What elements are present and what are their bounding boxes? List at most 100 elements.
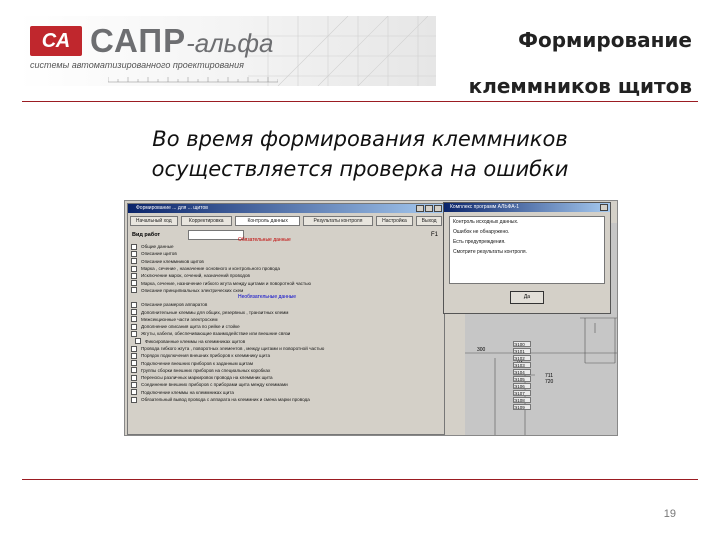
logo-banner: СА САПР-альфа системы автоматизированног…	[18, 16, 436, 86]
checklist-item[interactable]: Марка, сечение, назначение гибкого жгута…	[131, 279, 444, 287]
checkbox[interactable]	[135, 338, 141, 345]
drawing-label-group: 711 720	[545, 373, 554, 385]
optional-group-label: Необязательные данные	[238, 294, 297, 301]
checklist-item[interactable]: Обязательный вывод провода с аппарата на…	[131, 396, 444, 403]
terminal-cell: Э104	[513, 369, 531, 375]
tab-check-results[interactable]: Результаты контроля	[303, 216, 373, 226]
subtitle-line2: осуществляется проверка на ошибки	[151, 157, 569, 181]
checklist-item[interactable]: Общие данные	[131, 243, 444, 250]
checkbox[interactable]	[131, 280, 137, 287]
page-number: 19	[663, 508, 676, 520]
logo-tagline: системы автоматизированного проектирован…	[30, 60, 244, 70]
checkbox[interactable]	[131, 352, 137, 359]
logo-name: САПР-альфа	[90, 22, 274, 59]
terminal-cell: Э105	[513, 376, 531, 382]
tab-settings[interactable]: Настройка	[375, 216, 414, 226]
message-line: Есть предупреждения.	[453, 239, 506, 245]
maximize-icon[interactable]	[425, 205, 433, 212]
checklist-item[interactable]: Жгуты, кабели, обеспечивающие взаимодейс…	[131, 330, 444, 337]
minimize-icon[interactable]	[416, 205, 424, 212]
checkbox[interactable]	[131, 330, 137, 337]
tab-bar: Начальный ход Корректировка Контроль дан…	[128, 213, 444, 226]
job-type-label: Вид работ	[132, 232, 161, 238]
checklist-item[interactable]: Описание щитов	[131, 250, 444, 257]
message-box-title: Комплекс программ АЛЬФА-1	[450, 204, 520, 210]
checkbox[interactable]	[131, 389, 137, 396]
checklist-item[interactable]: Описание клеммников щитов	[131, 258, 444, 265]
checklist-item[interactable]: Подключение внешних приборов к заданным …	[131, 359, 444, 367]
terminal-cell: Э101	[513, 348, 531, 354]
checkbox[interactable]	[131, 316, 137, 323]
checklist-item[interactable]: Исключение марок, сечений, назначений пр…	[131, 272, 444, 279]
checklist-item[interactable]: Переносы различных маркировок провода на…	[131, 374, 444, 381]
required-checklist: Общие данные Описание щитов Описание кле…	[128, 243, 444, 294]
ok-button[interactable]: Да	[510, 291, 544, 304]
checkbox[interactable]	[131, 243, 137, 250]
tab-exit[interactable]: Выход	[416, 216, 442, 226]
checkbox[interactable]	[131, 265, 137, 272]
logo-mark: СА	[30, 26, 82, 56]
required-group-label: Обязательные данные	[238, 237, 291, 243]
terminal-cell: Э109	[513, 404, 531, 410]
logo-ruler	[108, 77, 278, 83]
checklist-item[interactable]: Марка , сечение , назначение основного и…	[131, 265, 444, 272]
message-line: Ошибок не обнаружено.	[453, 229, 510, 235]
optional-checklist: Описание размеров аппаратов Дополнительн…	[128, 301, 444, 403]
checklist-item[interactable]: Дополнительные клеммы для общих, резервн…	[131, 308, 444, 316]
checkbox[interactable]	[131, 309, 137, 316]
checkbox[interactable]	[131, 301, 137, 308]
slide-title-line2: клеммников щитов	[468, 74, 692, 98]
checkbox[interactable]	[131, 374, 137, 381]
main-dialog-title: Формирование ... для ... щитов	[136, 205, 208, 211]
tab-data-check[interactable]: Контроль данных	[235, 216, 301, 226]
checklist-item[interactable]: Фиксированные клеммы на клеммниках щитов	[131, 338, 444, 345]
checkbox[interactable]	[131, 250, 137, 257]
checklist-item[interactable]: Провода гибкого жгута , поворотных элеме…	[131, 345, 444, 352]
subtitle-line1: Во время формирования клеммников	[152, 127, 568, 151]
footer-divider	[22, 479, 698, 480]
slide-title-line1: Формирование	[518, 28, 692, 52]
checklist-item[interactable]: Межсекционные части электросхем	[131, 316, 444, 323]
drawing-label-300: 300	[477, 347, 486, 353]
terminal-cell: Э100	[513, 341, 531, 347]
terminal-strip: Э100 Э101 Э102 Э103 Э104 Э105 Э106 Э107 …	[513, 341, 531, 411]
tab-initial[interactable]: Начальный ход	[130, 216, 178, 226]
f1-label: F1	[430, 232, 438, 238]
terminal-cell: Э108	[513, 397, 531, 403]
main-dialog-titlebar[interactable]: Формирование ... для ... щитов	[128, 204, 444, 213]
app-screenshot: 300 X1 711 720 Э100 Э101 Э102 Э103 Э104 …	[124, 200, 618, 436]
message-line: Контроль исходных данных.	[453, 219, 519, 225]
close-icon[interactable]	[600, 204, 608, 211]
checklist-item[interactable]: Соединение внешних приборов с приборами …	[131, 381, 444, 388]
checklist-item[interactable]: Подключение клеммы на клеммниках щита	[131, 389, 444, 396]
checkbox[interactable]	[131, 396, 137, 403]
job-row: Вид работ Обязательные данные F1	[128, 229, 444, 243]
checklist-item[interactable]: Порядок подключения внешних приборов к к…	[131, 352, 444, 359]
message-box: Комплекс программ АЛЬФА-1 Контроль исход…	[443, 202, 611, 314]
close-icon[interactable]	[434, 205, 442, 212]
tab-correction[interactable]: Корректировка	[180, 216, 232, 226]
checklist-item[interactable]: Группы сборки внешних приборов на специа…	[131, 367, 444, 374]
terminal-cell: Э103	[513, 362, 531, 368]
checkbox[interactable]	[131, 287, 137, 294]
checklist-item[interactable]: Описание принципиальных электрических сх…	[131, 287, 444, 294]
message-line: Смотрите результаты контроля.	[453, 249, 527, 255]
window-buttons	[416, 205, 442, 212]
terminal-cell: Э106	[513, 383, 531, 389]
slide-subtitle: Во время формирования клеммников осущест…	[0, 124, 720, 184]
message-box-titlebar[interactable]: Комплекс программ АЛЬФА-1	[444, 203, 610, 212]
checkbox[interactable]	[131, 258, 137, 265]
checkbox[interactable]	[131, 367, 137, 374]
message-text: Контроль исходных данных. Ошибок не обна…	[449, 216, 605, 284]
main-dialog: Формирование ... для ... щитов Начальный…	[127, 203, 445, 435]
checkbox[interactable]	[131, 345, 137, 352]
checklist-item[interactable]: Описание размеров аппаратов	[131, 301, 444, 308]
checkbox[interactable]	[131, 381, 137, 388]
checkbox[interactable]	[131, 360, 137, 367]
checkbox[interactable]	[131, 272, 137, 279]
checkbox[interactable]	[131, 323, 137, 330]
header-divider	[22, 101, 698, 102]
checklist-item[interactable]: Дополнение описания щита по рейке и стой…	[131, 323, 444, 330]
terminal-cell: Э107	[513, 390, 531, 396]
job-type-input[interactable]	[188, 230, 244, 240]
